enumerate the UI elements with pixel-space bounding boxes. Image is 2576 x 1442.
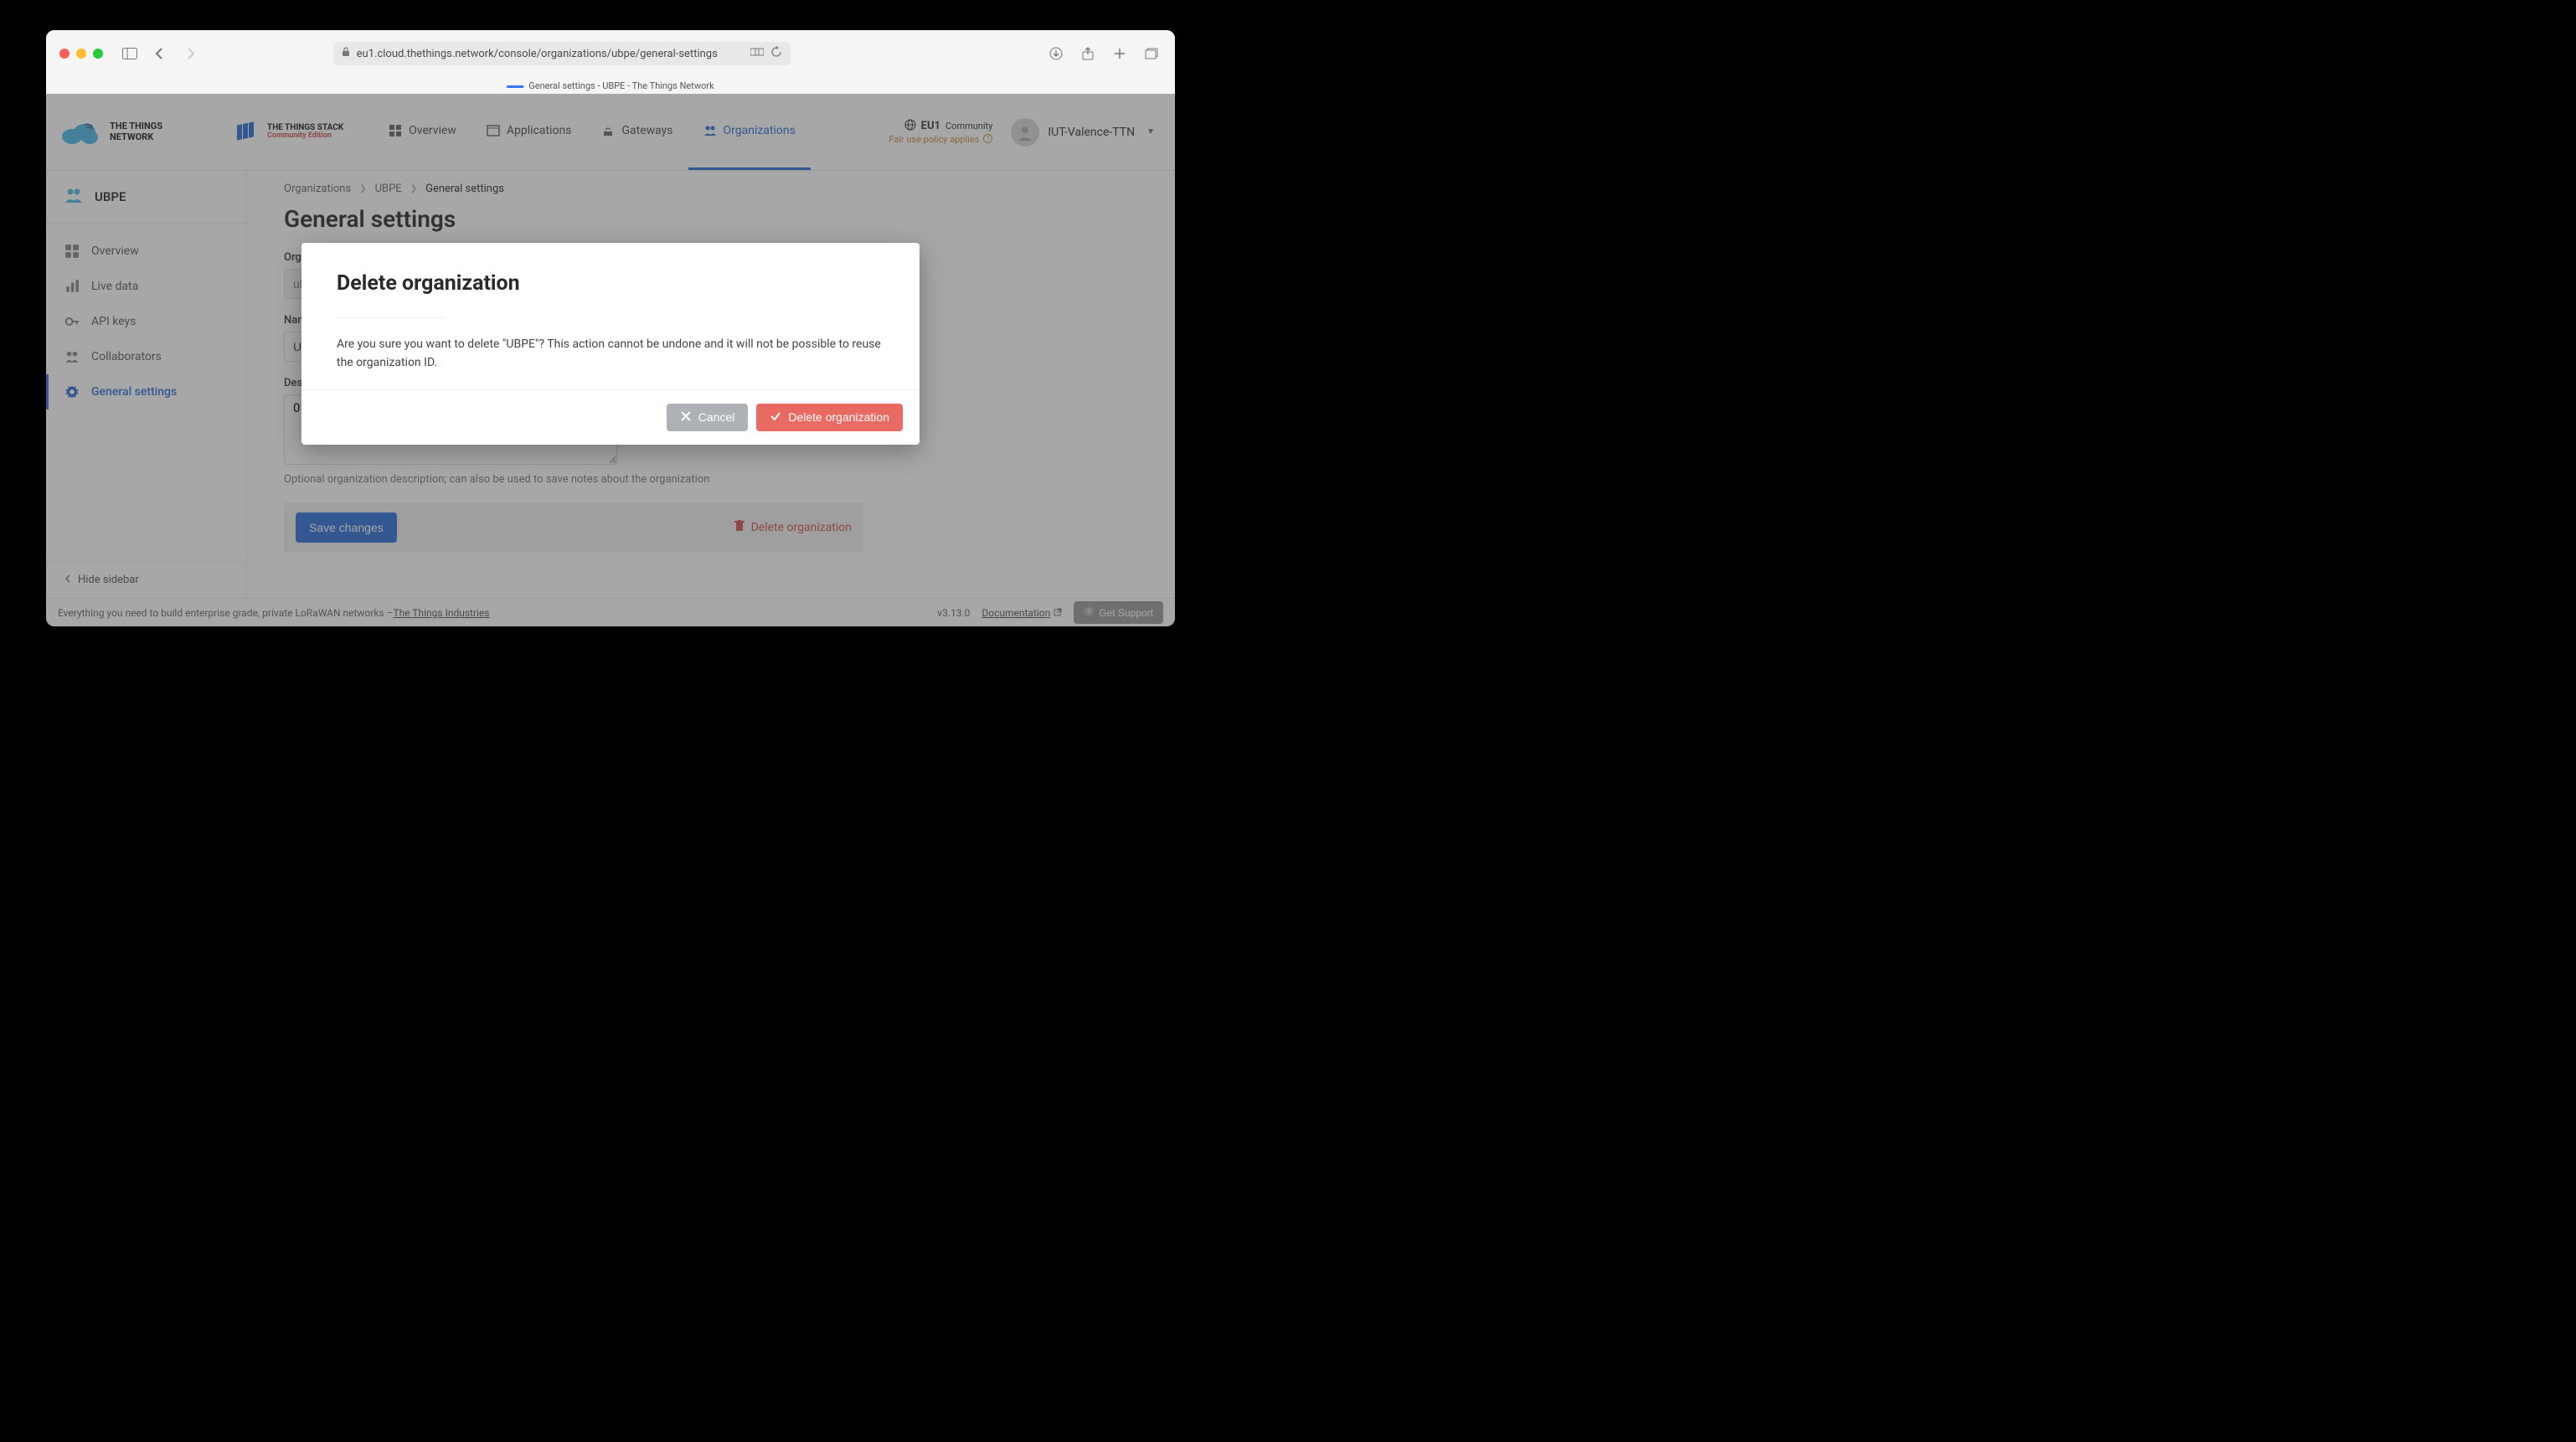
forward-button[interactable]	[180, 44, 200, 64]
cancel-button[interactable]: Cancel	[667, 404, 749, 431]
minimize-window-button[interactable]	[76, 49, 86, 59]
modal-title: Delete organization	[337, 271, 884, 296]
share-icon[interactable]	[1078, 44, 1098, 64]
browser-window: eu1.cloud.thethings.network/console/orga…	[46, 30, 1175, 626]
sidebar-toggle-icon[interactable]	[120, 44, 140, 64]
address-bar[interactable]: eu1.cloud.thethings.network/console/orga…	[333, 42, 791, 65]
favicon-icon: ▬▬	[507, 81, 523, 90]
refresh-icon[interactable]	[770, 46, 782, 61]
tab-title: General settings - UBPE - The Things Net…	[528, 80, 714, 91]
window-controls	[59, 49, 103, 59]
reader-icon[interactable]	[750, 47, 764, 60]
modal-text: Are you sure you want to delete "UBPE"? …	[337, 335, 884, 373]
confirm-delete-button[interactable]: Delete organization	[756, 404, 903, 431]
lock-icon	[342, 47, 350, 60]
back-button[interactable]	[150, 44, 170, 64]
confirm-label: Delete organization	[788, 410, 889, 424]
modal-overlay[interactable]: Delete organization Are you sure you wan…	[46, 94, 1175, 626]
cancel-label: Cancel	[698, 410, 735, 424]
close-window-button[interactable]	[59, 49, 70, 59]
maximize-window-button[interactable]	[93, 49, 103, 59]
check-icon	[770, 410, 781, 425]
tab-bar: ▬▬ General settings - UBPE - The Things …	[46, 77, 1175, 94]
browser-toolbar: eu1.cloud.thethings.network/console/orga…	[46, 30, 1175, 77]
new-tab-icon[interactable]	[1110, 44, 1130, 64]
tabs-icon[interactable]	[1141, 44, 1162, 64]
modal-actions: Cancel Delete organization	[301, 389, 920, 445]
downloads-icon[interactable]	[1046, 44, 1066, 64]
close-icon	[680, 410, 692, 425]
delete-org-modal: Delete organization Are you sure you wan…	[301, 243, 920, 445]
url-text: eu1.cloud.thethings.network/console/orga…	[357, 48, 718, 60]
divider	[337, 317, 446, 318]
